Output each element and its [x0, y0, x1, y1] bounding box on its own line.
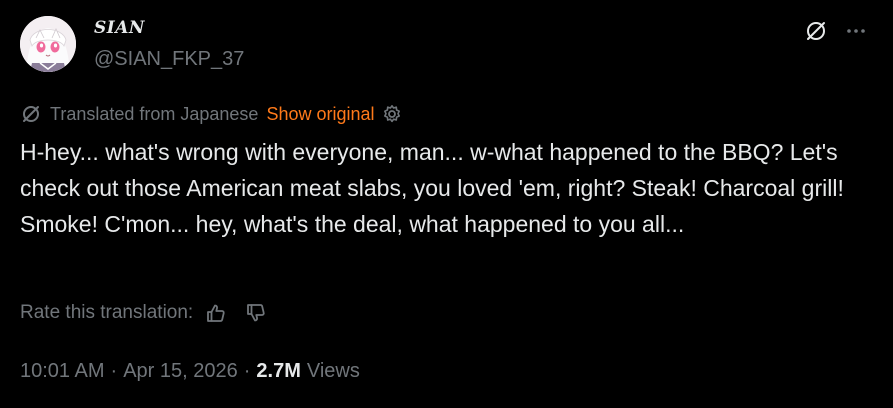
- anime-avatar-image: [20, 16, 76, 72]
- avatar[interactable]: [20, 16, 76, 72]
- show-original-link[interactable]: Show original: [266, 104, 374, 125]
- views-label[interactable]: Views: [307, 360, 360, 383]
- translate-icon: [20, 103, 42, 125]
- separator: ·: [110, 359, 118, 382]
- separator: ·: [243, 359, 251, 382]
- translate-icon[interactable]: [801, 16, 831, 46]
- rate-translation: Rate this translation:: [20, 298, 269, 328]
- author-display-name[interactable]: SIAN: [94, 18, 145, 38]
- thumbs-up-icon[interactable]: [203, 300, 229, 326]
- author-handle[interactable]: @SIAN_FKP_37: [94, 48, 244, 71]
- tweet-text: H-hey... what's wrong with everyone, man…: [20, 139, 844, 237]
- translation-notice: Translated from Japanese Show original: [20, 101, 403, 127]
- thumbs-down-icon[interactable]: [243, 300, 269, 326]
- views-count[interactable]: 2.7M: [256, 360, 300, 383]
- tweet-date[interactable]: Apr 15, 2026: [123, 360, 238, 383]
- more-icon[interactable]: [841, 16, 871, 46]
- tweet-time[interactable]: 10:01 AM: [20, 360, 105, 383]
- tweet-meta: 10:01 AM · Apr 15, 2026 · 2.7M Views: [20, 356, 360, 386]
- rate-label: Rate this translation:: [20, 302, 194, 323]
- gear-icon[interactable]: [381, 103, 403, 125]
- translated-label: Translated from Japanese: [50, 103, 259, 124]
